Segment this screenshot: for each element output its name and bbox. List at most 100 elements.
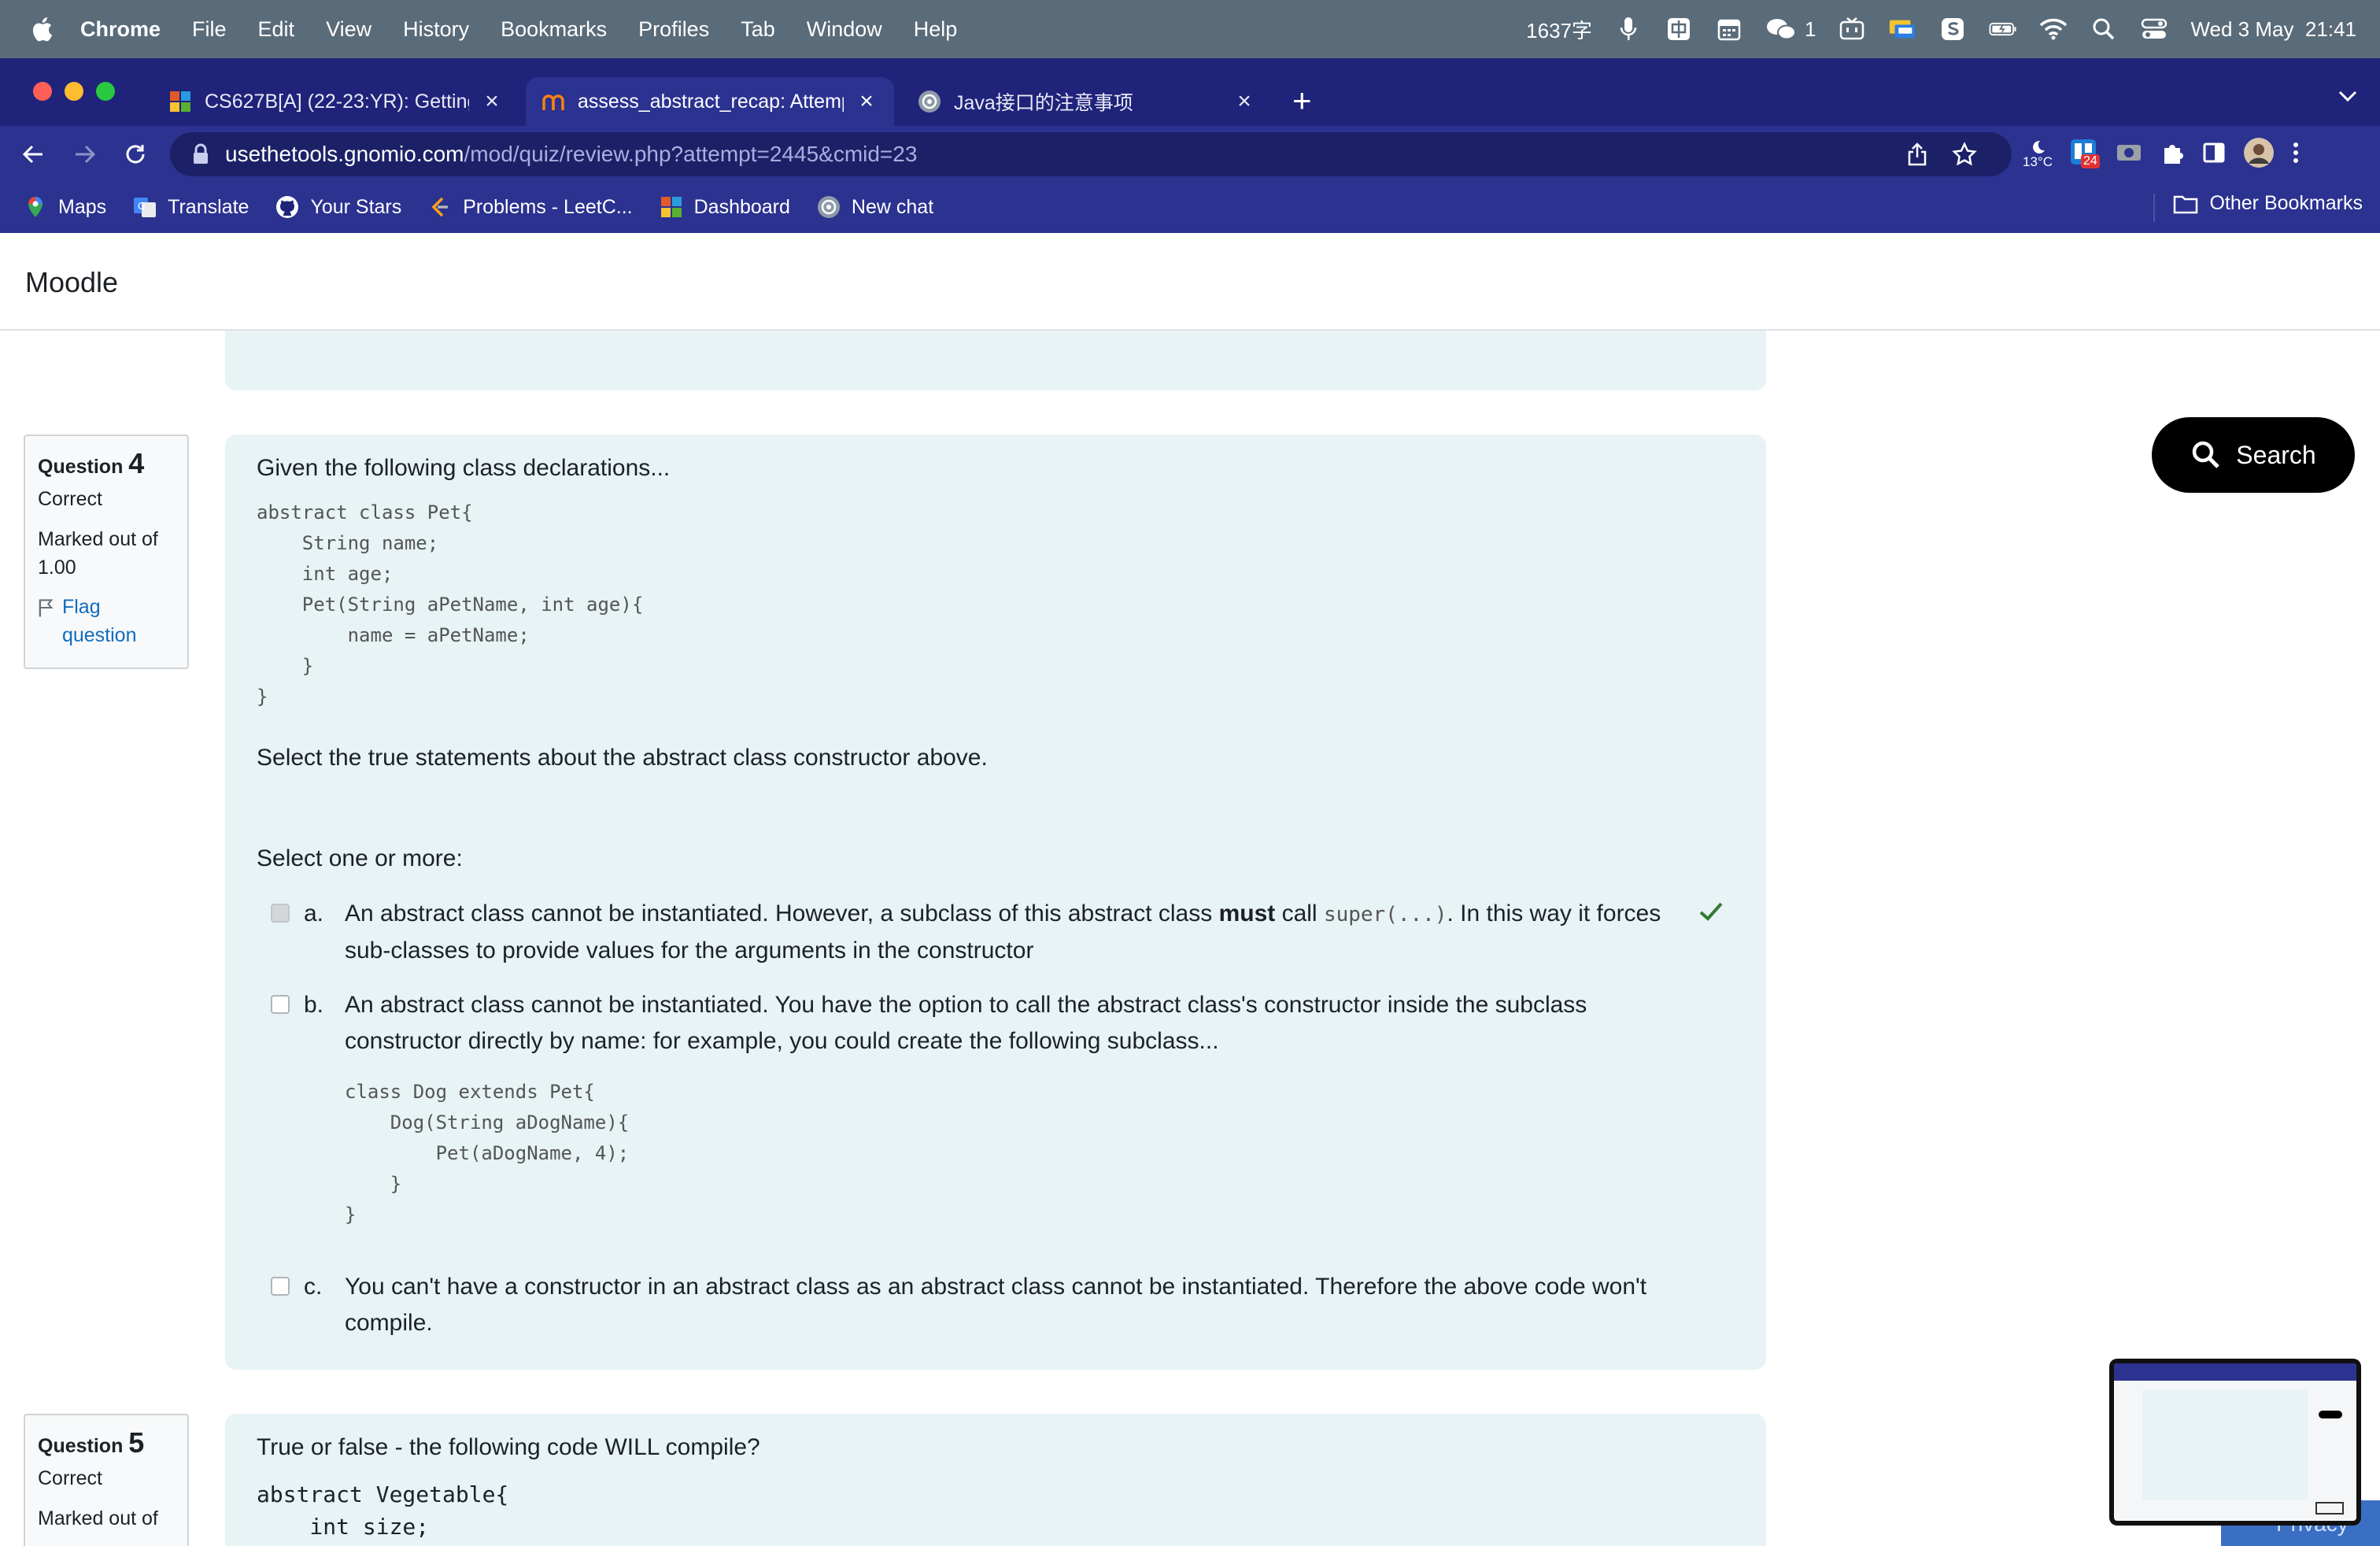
chrome-menu-icon[interactable] (2292, 141, 2300, 168)
question-intro: Given the following class declarations..… (257, 455, 671, 481)
tab-assess-abstract-recap[interactable]: assess_abstract_recap: Attemp × (526, 77, 894, 126)
lock-icon[interactable] (192, 143, 209, 165)
bookmarks-bar: Maps G Translate Your Stars Problems - L… (0, 181, 2380, 233)
chatgpt-favicon-icon (918, 90, 941, 113)
battery-icon[interactable] (1989, 15, 2017, 43)
dashboard-icon (660, 197, 682, 217)
bookmark-new-chat[interactable]: New chat (817, 195, 933, 219)
window-close-button[interactable] (33, 82, 52, 101)
menu-profiles[interactable]: Profiles (638, 17, 709, 42)
answer-a-text: An abstract class cannot be instantiated… (345, 901, 1661, 963)
bookmark-your-stars[interactable]: Your Stars (275, 195, 401, 219)
weather-temperature: 13°C (2023, 154, 2053, 169)
spotlight-search-icon[interactable] (2090, 15, 2118, 43)
moodle-favicon-icon (541, 90, 565, 113)
reload-button[interactable] (120, 139, 151, 170)
menu-bookmarks[interactable]: Bookmarks (501, 17, 607, 42)
share-icon[interactable] (1906, 142, 1928, 172)
input-method-count[interactable]: 1637字 (1526, 15, 1592, 44)
apple-icon[interactable] (30, 16, 54, 43)
bookmarks-separator (2153, 194, 2155, 222)
question-state: Correct (38, 488, 102, 510)
search-icon (2193, 441, 2220, 468)
menu-window[interactable]: Window (807, 17, 882, 42)
tab-java-interface[interactable]: Java接口的注意事项 × (902, 77, 1272, 126)
bookmark-star-icon[interactable] (1952, 142, 1977, 172)
side-panel-icon[interactable] (2202, 141, 2226, 168)
window-minimize-button[interactable] (65, 82, 83, 101)
answer-b-text: An abstract class cannot be instantiated… (345, 992, 1587, 1054)
menu-file[interactable]: File (192, 17, 227, 42)
tab-cs627b[interactable]: CS627B[A] (22-23:YR): Getting × (153, 77, 519, 126)
trello-extension-icon[interactable]: 24 (2070, 139, 2100, 170)
wechat-status[interactable]: 1 (1765, 15, 1816, 43)
menu-view[interactable]: View (326, 17, 371, 42)
tab-close-icon[interactable]: × (1232, 88, 1256, 115)
answer-c-checkbox[interactable] (271, 1277, 290, 1296)
menu-app-name[interactable]: Chrome (80, 17, 161, 42)
new-tab-button[interactable]: + (1292, 84, 1312, 117)
answer-option-c: c. You can't have a constructor in an ab… (257, 1269, 1736, 1341)
thumbnail-preview (2114, 1363, 2356, 1521)
tab-title: CS627B[A] (22-23:YR): Getting (205, 90, 469, 113)
menu-history[interactable]: History (403, 17, 469, 42)
tab-close-icon[interactable]: × (480, 88, 504, 115)
back-button[interactable] (17, 139, 49, 170)
bookmark-leetcode[interactable]: Problems - LeetC... (428, 195, 633, 219)
forward-button[interactable] (69, 139, 101, 170)
question-number: Question 5 (38, 1426, 145, 1459)
address-bar[interactable]: usethetools.gnomio.com/mod/quiz/review.p… (170, 132, 2012, 176)
question-code: abstract class Pet{ String name; int age… (257, 501, 644, 708)
bookmark-label: Translate (168, 195, 249, 218)
bookmark-maps[interactable]: Maps (24, 195, 106, 219)
tab-close-icon[interactable]: × (855, 88, 878, 115)
control-center-icon[interactable] (2140, 15, 2168, 43)
tv-icon[interactable] (1838, 15, 1866, 43)
bookmark-label: Maps (58, 195, 107, 218)
s-app-icon[interactable] (1938, 15, 1967, 43)
screen-capture-extension-icon[interactable] (2116, 141, 2142, 168)
display-mirror-icon[interactable] (1888, 15, 1916, 43)
question-4-content: Given the following class declarations..… (225, 435, 1766, 1370)
extension-badge: 24 (2080, 154, 2100, 168)
window-zoom-button[interactable] (96, 82, 115, 101)
answer-c-text: You can't have a constructor in an abstr… (345, 1274, 1647, 1336)
menu-edit[interactable]: Edit (258, 17, 295, 42)
menu-help[interactable]: Help (914, 17, 958, 42)
calendar-icon[interactable] (1715, 15, 1743, 43)
answer-option-a: a. An abstract class cannot be instantia… (257, 896, 1736, 969)
browser-chrome: CS627B[A] (22-23:YR): Getting × assess_a… (0, 58, 2380, 233)
extensions-puzzle-icon[interactable] (2160, 140, 2185, 169)
weather-extension[interactable]: 13°C (2023, 139, 2053, 169)
clock-datetime[interactable]: Wed 3 May 21:41 (2190, 17, 2356, 42)
chinese-input-icon[interactable] (1665, 15, 1693, 43)
bookmark-label: New chat (851, 195, 934, 218)
site-brand[interactable]: Moodle (25, 266, 118, 299)
tab-search-chevron-icon[interactable] (2338, 90, 2358, 106)
flag-question-link[interactable]: Flag question (38, 593, 175, 649)
bookmark-dashboard[interactable]: Dashboard (660, 195, 790, 219)
microphone-icon[interactable] (1614, 15, 1643, 43)
answer-a-checkbox[interactable] (271, 904, 290, 923)
profile-avatar[interactable] (2243, 137, 2275, 172)
menu-tab[interactable]: Tab (741, 17, 775, 42)
macos-menu-bar: Chrome File Edit View History Bookmarks … (0, 0, 2380, 58)
wifi-icon[interactable] (2039, 15, 2068, 43)
moodle-course-favicon-icon (168, 90, 192, 113)
translate-icon: G (134, 198, 157, 217)
answer-prompt: Select one or more: (257, 845, 463, 871)
previous-question-content (225, 331, 1766, 390)
question-text: Select the true statements about the abs… (257, 745, 988, 771)
question-intro: True or false - the following code WILL … (257, 1434, 760, 1460)
bookmark-label: Problems - LeetC... (463, 195, 633, 218)
wechat-badge: 1 (1805, 17, 1816, 41)
question-5-info: Question 5 Correct Marked out of (24, 1414, 189, 1546)
chatgpt-icon (817, 196, 840, 218)
svg-text:G: G (138, 201, 145, 212)
answer-b-checkbox[interactable] (271, 995, 290, 1014)
search-button[interactable]: Search (2152, 417, 2355, 493)
bookmark-translate[interactable]: G Translate (133, 195, 249, 219)
other-bookmarks[interactable]: Other Bookmarks (2173, 192, 2363, 215)
question-grade: Marked out of (38, 1507, 158, 1529)
screenshot-thumbnail[interactable] (2109, 1359, 2361, 1526)
